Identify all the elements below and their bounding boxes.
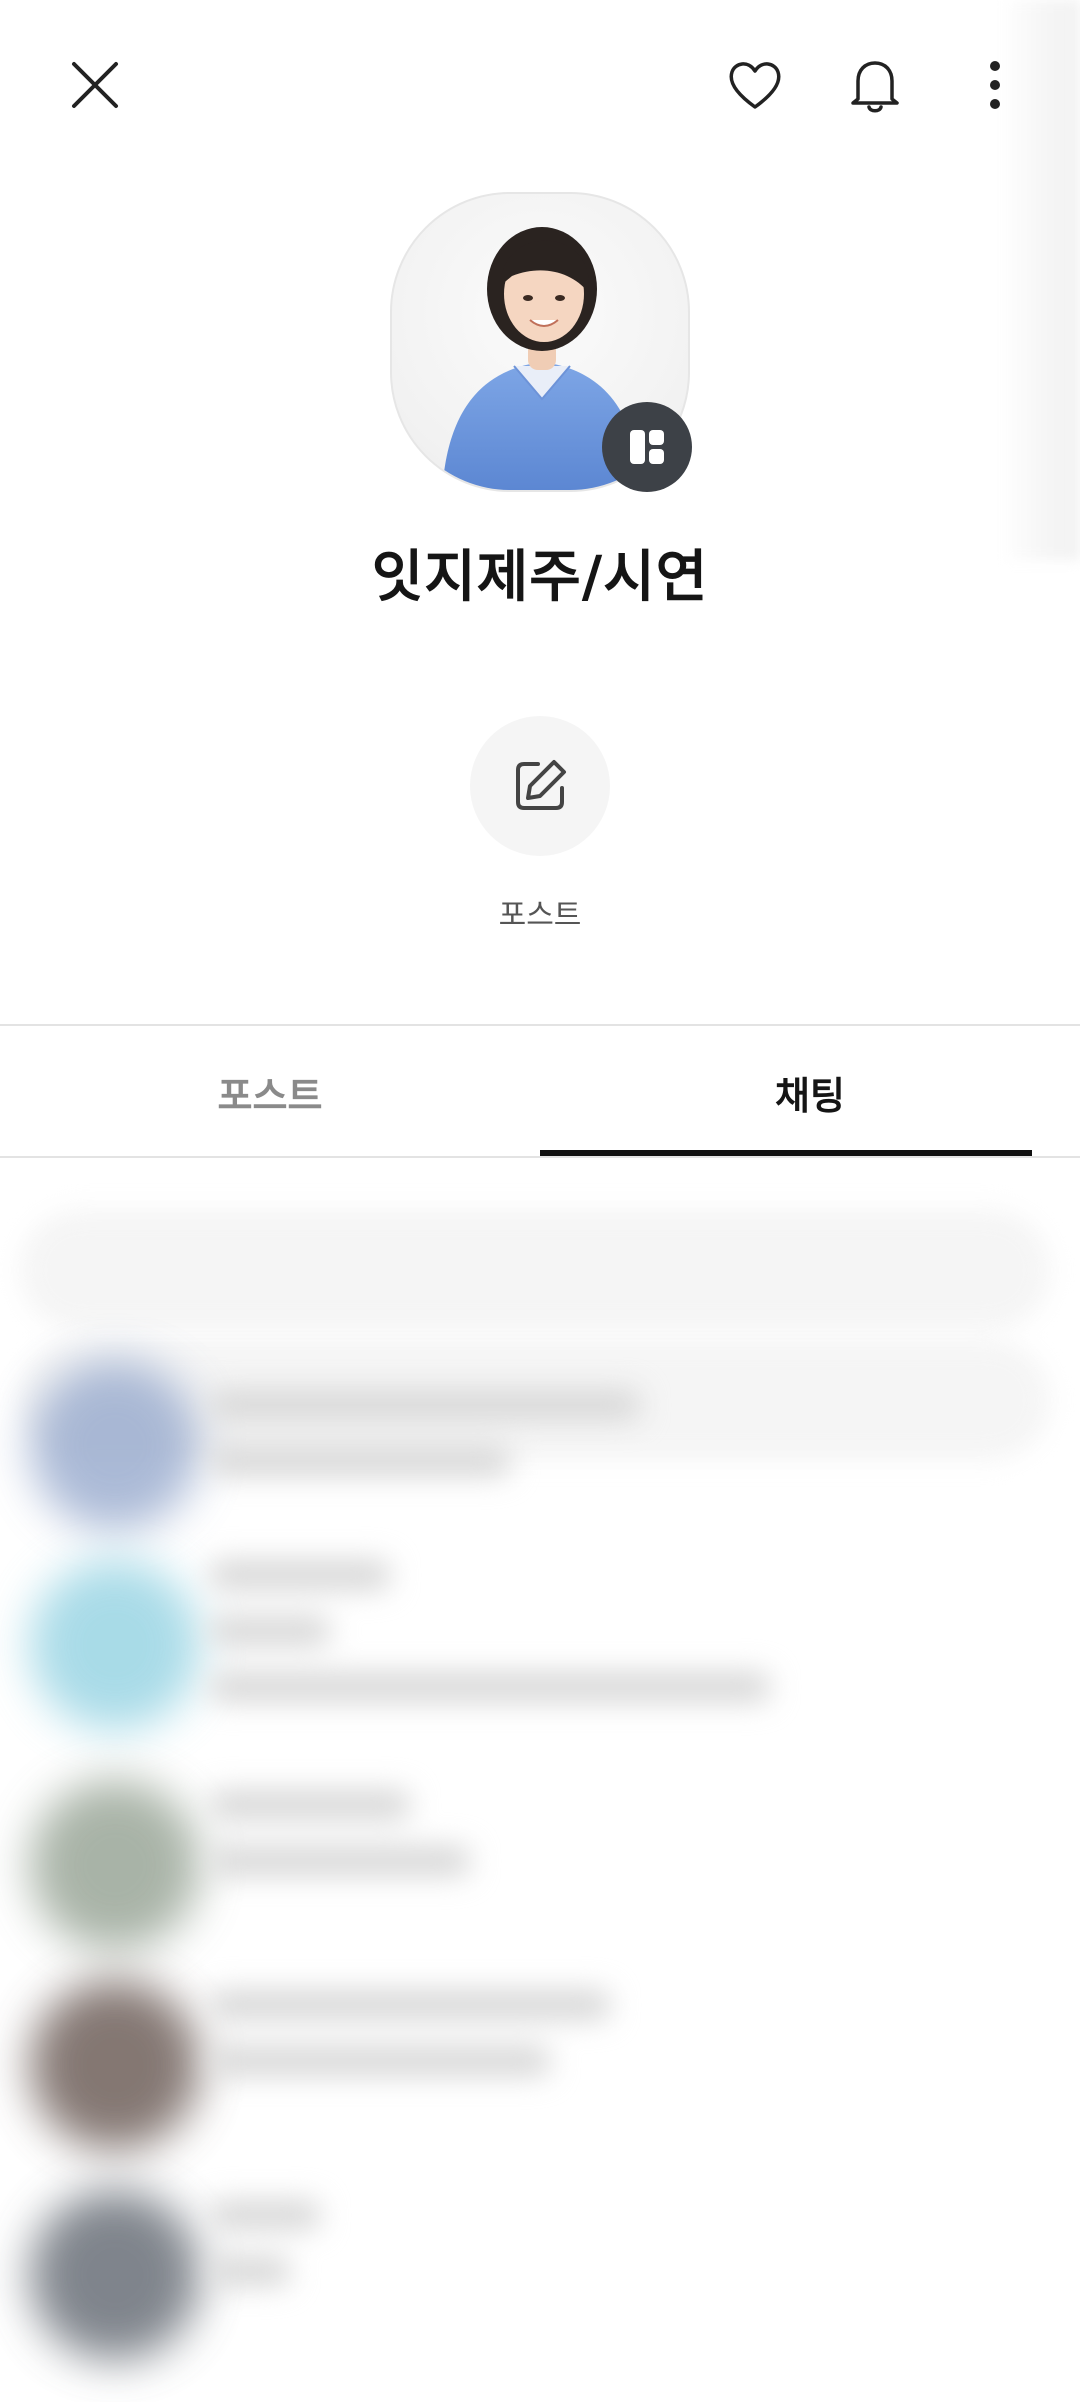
- profile-card-badge[interactable]: [602, 402, 692, 492]
- notification-button[interactable]: [835, 45, 915, 125]
- divider: [0, 1156, 1080, 1158]
- list-item[interactable]: [0, 1970, 1080, 2150]
- bell-icon: [851, 61, 899, 113]
- list-item[interactable]: [0, 1560, 1080, 1730]
- tab-post[interactable]: 포스트: [0, 1026, 540, 1158]
- list-item[interactable]: [0, 2180, 1080, 2360]
- tab-chat[interactable]: 채팅: [540, 1026, 1080, 1158]
- more-options-button[interactable]: [960, 45, 1030, 125]
- avatar: [30, 2190, 200, 2360]
- top-bar: [0, 0, 1080, 170]
- profile-page: 잇지제주/시연 포스트 포스트 채팅: [0, 0, 1080, 2402]
- close-icon: [72, 62, 118, 108]
- avatar: [30, 1360, 200, 1530]
- avatar: [30, 1780, 200, 1950]
- close-button[interactable]: [55, 50, 135, 120]
- tab-bar: 포스트 채팅: [0, 1026, 1080, 1158]
- post-button[interactable]: [470, 716, 610, 856]
- post-button-label[interactable]: 포스트: [0, 890, 1080, 934]
- blurred-banner: [20, 1210, 1050, 1330]
- avatar: [30, 1560, 200, 1730]
- edit-icon: [516, 760, 566, 810]
- heart-icon: [729, 62, 781, 109]
- profile-name: 잇지제주/시연: [371, 545, 709, 610]
- profile-card-icon: [630, 430, 664, 464]
- list-item[interactable]: [0, 1360, 1080, 1530]
- more-vertical-icon: [990, 61, 1000, 109]
- profile-avatar[interactable]: [390, 192, 692, 492]
- list-item[interactable]: [0, 1770, 1080, 1950]
- favorite-button[interactable]: [715, 45, 795, 125]
- chat-list: [0, 1180, 1080, 2402]
- avatar: [30, 1980, 200, 2150]
